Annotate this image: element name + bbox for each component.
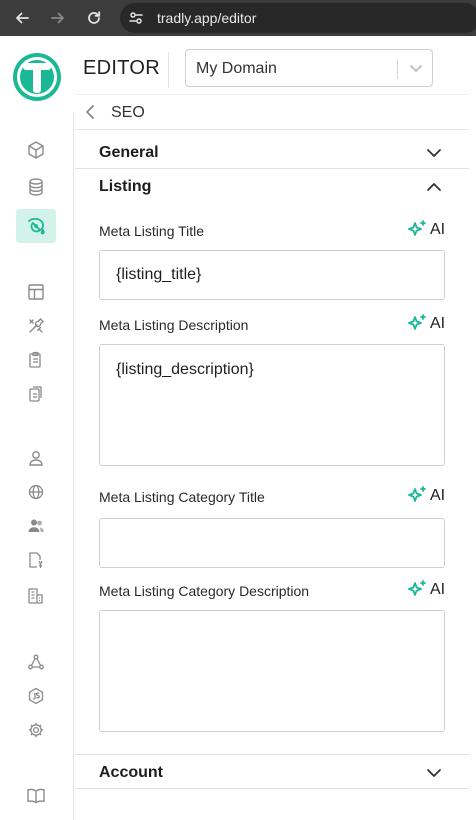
ai-generate-button[interactable]: AI bbox=[406, 313, 445, 335]
breadcrumb-label[interactable]: SEO bbox=[111, 104, 145, 122]
ai-generate-button[interactable]: AI bbox=[406, 485, 445, 507]
tools-icon[interactable] bbox=[24, 314, 48, 338]
building-icon[interactable] bbox=[24, 584, 48, 608]
meta-listing-category-description-label: Meta Listing Category Description bbox=[99, 583, 310, 599]
layout-icon[interactable] bbox=[24, 280, 48, 304]
chevron-down-icon[interactable] bbox=[425, 145, 443, 166]
divider bbox=[75, 788, 469, 789]
clipboard-icon[interactable] bbox=[24, 348, 48, 372]
database-icon[interactable] bbox=[24, 175, 48, 199]
sparkle-icon bbox=[408, 314, 426, 330]
gear-icon[interactable] bbox=[24, 718, 48, 742]
chevron-down-icon[interactable] bbox=[425, 765, 443, 786]
paint-icon[interactable] bbox=[16, 209, 56, 243]
back-arrow-icon[interactable] bbox=[10, 6, 34, 30]
breadcrumb: SEO bbox=[75, 94, 469, 130]
meta-listing-title-input[interactable] bbox=[99, 250, 445, 300]
meta-listing-category-title-input[interactable] bbox=[99, 518, 445, 568]
page-title: EDITOR bbox=[83, 57, 160, 79]
editor-panel: SEO General Listing Meta Listing Title A… bbox=[75, 94, 469, 820]
ai-generate-button[interactable]: AI bbox=[406, 219, 445, 241]
section-listing-header[interactable]: Listing bbox=[75, 168, 469, 206]
section-general-header[interactable]: General bbox=[75, 134, 469, 172]
ai-generate-button[interactable]: AI bbox=[406, 579, 445, 601]
sidebar bbox=[0, 112, 74, 820]
section-listing-title: Listing bbox=[99, 178, 152, 195]
chevron-down-icon[interactable] bbox=[408, 60, 424, 81]
header-divider bbox=[168, 52, 169, 88]
clipboard-copy-icon[interactable] bbox=[24, 382, 48, 406]
section-account-header[interactable]: Account bbox=[75, 754, 469, 792]
site-settings-icon[interactable] bbox=[128, 10, 144, 31]
section-general-title: General bbox=[99, 144, 159, 161]
meta-listing-description-label: Meta Listing Description bbox=[99, 317, 249, 333]
sparkle-icon bbox=[408, 486, 426, 502]
chevron-up-icon[interactable] bbox=[425, 179, 443, 200]
sparkle-icon bbox=[408, 580, 426, 596]
ai-label: AI bbox=[430, 581, 446, 598]
forward-arrow-icon[interactable] bbox=[46, 6, 70, 30]
ai-label: AI bbox=[430, 221, 446, 238]
ai-label: AI bbox=[430, 315, 446, 332]
section-account-title: Account bbox=[99, 764, 163, 781]
url-text[interactable]: tradly.app/editor bbox=[157, 10, 256, 26]
document-currency-icon[interactable] bbox=[24, 548, 48, 572]
cube-icon[interactable] bbox=[24, 138, 48, 162]
reload-icon[interactable] bbox=[82, 6, 106, 30]
domain-select-value: My Domain bbox=[196, 60, 277, 77]
js-icon[interactable] bbox=[24, 684, 48, 708]
network-icon[interactable] bbox=[24, 650, 48, 674]
meta-listing-category-description-input[interactable] bbox=[99, 610, 445, 732]
globe-icon[interactable] bbox=[24, 480, 48, 504]
select-separator bbox=[397, 59, 398, 79]
users-icon[interactable] bbox=[24, 514, 48, 538]
ai-label: AI bbox=[430, 487, 446, 504]
address-bar[interactable]: tradly.app/editor bbox=[120, 3, 476, 33]
user-icon[interactable] bbox=[24, 446, 48, 470]
meta-listing-title-label: Meta Listing Title bbox=[99, 223, 205, 239]
chevron-left-icon[interactable] bbox=[84, 104, 98, 125]
meta-listing-category-title-label: Meta Listing Category Title bbox=[99, 489, 265, 505]
book-icon[interactable] bbox=[24, 784, 48, 808]
meta-listing-description-input[interactable]: {listing_description} bbox=[99, 344, 445, 466]
tradly-logo[interactable] bbox=[12, 52, 62, 102]
sparkle-icon bbox=[408, 220, 426, 236]
domain-select[interactable]: My Domain bbox=[185, 49, 433, 87]
browser-toolbar: tradly.app/editor bbox=[0, 0, 476, 36]
